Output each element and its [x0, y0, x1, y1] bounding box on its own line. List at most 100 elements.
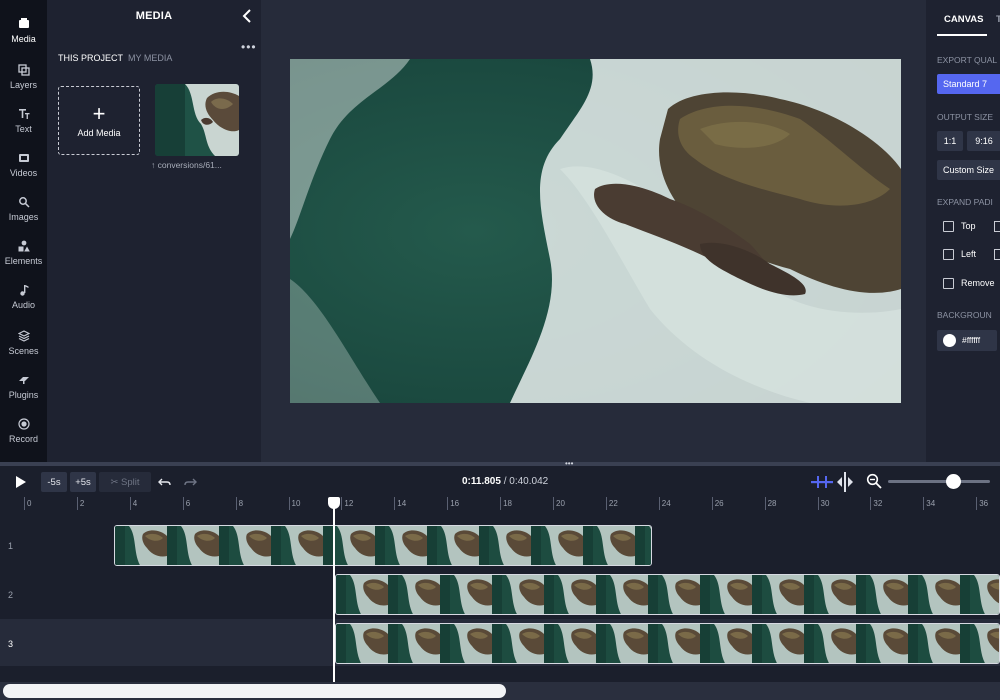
video-clip[interactable] — [335, 623, 1000, 664]
media-panel: MEDIA ••• THIS PROJECT MY MEDIA + Add Me… — [47, 0, 261, 462]
ruler-tick: 16 — [447, 497, 459, 510]
elements-icon — [17, 239, 31, 253]
nav-media-label: Media — [11, 33, 36, 44]
ruler-tick: 0 — [24, 497, 31, 510]
videos-icon — [17, 151, 31, 165]
ruler-tick: 30 — [817, 497, 829, 510]
media-thumbnail-caption: ↑ conversions/61... — [151, 160, 222, 170]
clip-filmstrip-image — [336, 624, 999, 663]
total-time: 0:40.042 — [509, 476, 549, 487]
size-1-1-button[interactable]: 1:1 — [937, 131, 963, 151]
tab-this-project[interactable]: THIS PROJECT — [58, 53, 123, 63]
output-size-label: OUTPUT SIZE — [937, 112, 994, 122]
left-nav-rail: Media Layers Text Videos Images Elements… — [0, 0, 47, 462]
export-quality-select[interactable]: Standard 7 — [937, 74, 1000, 94]
split-button[interactable]: ✂ Split — [99, 472, 151, 492]
ocean-rocks-thumbnail-image — [155, 84, 239, 156]
ruler-tick: 34 — [923, 497, 935, 510]
plus-icon: + — [92, 100, 106, 126]
plugins-icon — [17, 373, 31, 387]
video-clip[interactable] — [114, 525, 652, 566]
nav-videos-label: Videos — [9, 167, 38, 178]
ruler-tick: 28 — [764, 497, 777, 510]
audio-icon — [17, 283, 31, 297]
track-number: 2 — [8, 590, 14, 600]
zoom-slider-handle[interactable] — [946, 474, 961, 489]
skip-forward-button[interactable]: +5s — [70, 472, 96, 492]
padding-remove-checkbox[interactable] — [943, 278, 954, 289]
ruler-tick: 18 — [500, 497, 512, 510]
play-icon[interactable] — [13, 475, 27, 489]
nav-images-label: Images — [8, 211, 39, 222]
ruler-tick: 14 — [394, 497, 406, 510]
media-thumbnail[interactable] — [155, 84, 239, 156]
tab-canvas[interactable]: CANVAS — [944, 14, 983, 25]
record-icon — [17, 417, 31, 431]
nav-audio[interactable]: Audio — [0, 274, 47, 318]
ruler-tick: 4 — [129, 497, 137, 510]
padding-second-checkbox[interactable] — [994, 221, 1000, 232]
track-number: 1 — [8, 541, 14, 551]
collapse-panel-icon[interactable] — [240, 8, 254, 24]
background-color-value: #ffffff — [962, 335, 981, 345]
nav-plugins[interactable]: Plugins — [0, 364, 47, 408]
preview-area — [261, 0, 926, 462]
split-clip-icon[interactable] — [836, 472, 854, 492]
more-options-icon[interactable]: ••• — [241, 40, 257, 54]
padding-fourth-checkbox[interactable] — [994, 249, 1000, 260]
nav-scenes[interactable]: Scenes — [0, 320, 47, 364]
ruler-tick: 36 — [976, 497, 988, 510]
timecode-display: 0:11.805 / 0:40.042 — [462, 476, 548, 487]
ruler-tick: 6 — [182, 497, 190, 510]
text-icon — [17, 107, 31, 121]
ruler-tick: 2 — [76, 497, 84, 510]
nav-text[interactable]: Text — [0, 98, 47, 142]
zoom-icon[interactable] — [866, 473, 882, 489]
images-icon — [17, 195, 31, 209]
ruler-tick: 26 — [711, 497, 724, 510]
nav-record[interactable]: Record — [0, 408, 47, 452]
export-quality-label: EXPORT QUAL — [937, 55, 998, 65]
video-preview[interactable] — [290, 59, 901, 403]
nav-record-label: Record — [8, 433, 38, 444]
nav-text-label: Text — [15, 123, 32, 134]
clip-filmstrip-image — [115, 526, 651, 565]
track-number: 3 — [8, 639, 14, 649]
playhead-handle[interactable] — [328, 497, 340, 509]
ruler-tick: 22 — [605, 497, 618, 510]
tab-next[interactable]: T — [996, 14, 1000, 25]
right-panel: CANVAS T EXPORT QUAL Standard 7 OUTPUT S… — [926, 0, 1000, 462]
nav-elements[interactable]: Elements — [0, 230, 47, 274]
undo-icon[interactable] — [158, 475, 172, 489]
custom-size-button[interactable]: Custom Size — [937, 160, 1000, 180]
ruler-tick: 20 — [553, 497, 565, 510]
padding-top-checkbox[interactable] — [943, 221, 954, 232]
size-9-16-button[interactable]: 9:16 — [967, 131, 1000, 151]
snap-magnet-icon[interactable] — [810, 473, 834, 491]
redo-icon[interactable] — [183, 475, 197, 489]
nav-media[interactable]: Media — [0, 8, 47, 52]
clip-filmstrip-image — [336, 575, 999, 614]
padding-left-checkbox[interactable] — [943, 249, 954, 260]
time-ruler[interactable]: 0 2 4 6 8 10 12 14 16 18 20 22 24 26 28 30 32 34 36 — [22, 497, 1000, 510]
ocean-rocks-video-frame — [290, 59, 901, 403]
background-color-picker[interactable]: #ffffff — [937, 330, 997, 351]
scrollbar-thumb[interactable] — [3, 684, 506, 698]
padding-remove-label: Remove — [961, 278, 995, 288]
ruler-tick: 24 — [658, 497, 671, 510]
nav-videos[interactable]: Videos — [0, 142, 47, 186]
add-media-button[interactable]: + Add Media — [58, 86, 140, 155]
zoom-slider-track[interactable] — [888, 480, 990, 483]
nav-layers[interactable]: Layers — [0, 54, 47, 98]
tab-my-media[interactable]: MY MEDIA — [128, 53, 172, 63]
media-icon — [17, 17, 31, 31]
nav-audio-label: Audio — [11, 299, 36, 310]
ruler-tick: 8 — [235, 497, 243, 510]
background-label: BACKGROUN — [937, 310, 992, 320]
timeline: -5s +5s ✂ Split 0:11.805 / 0:40.042 0246… — [0, 466, 1000, 700]
ruler-tick: 10 — [288, 497, 300, 510]
nav-images[interactable]: Images — [0, 186, 47, 230]
video-clip[interactable] — [335, 574, 1000, 615]
skip-back-button[interactable]: -5s — [41, 472, 67, 492]
playhead-line[interactable] — [333, 503, 335, 700]
